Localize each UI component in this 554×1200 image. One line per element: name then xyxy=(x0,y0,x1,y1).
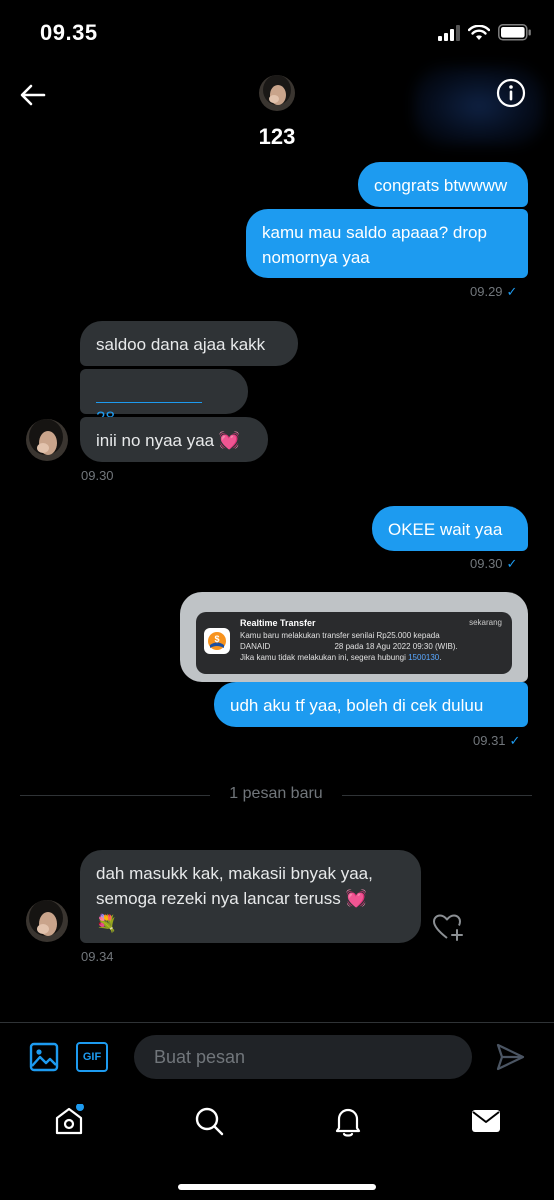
wifi-icon xyxy=(468,24,490,40)
nav-search[interactable] xyxy=(192,1104,226,1138)
message-text: saldoo dana ajaa kakk xyxy=(96,335,266,354)
nav-notifications[interactable] xyxy=(331,1104,365,1138)
message-text: kamu mau saldo apaaa? drop nomornya yaa xyxy=(262,223,487,267)
image-attachment[interactable]: $ Realtime Transfer sekarang Kamu baru m… xyxy=(180,592,528,682)
message-text: dah masukk kak, makasii bnyak yaa, xyxy=(96,864,373,883)
message-bubble-outgoing[interactable]: OKEE wait yaa xyxy=(372,506,528,551)
bottom-navigation xyxy=(0,1092,554,1200)
read-check-icon: ✓ xyxy=(506,556,518,571)
status-bar: 09.35 xyxy=(0,0,554,66)
info-icon xyxy=(496,78,526,108)
bell-icon xyxy=(335,1108,361,1137)
signal-icon xyxy=(438,24,460,41)
notification-line: Kamu baru melakukan transfer senilai Rp2… xyxy=(240,631,440,640)
message-text: congrats btwwww xyxy=(374,176,508,195)
redacted-number xyxy=(272,643,334,650)
message-timestamp: 09.30 xyxy=(81,468,114,483)
message-text: udh aku tf yaa, boleh di cek duluu xyxy=(230,696,484,715)
mail-icon xyxy=(472,1110,500,1132)
heart-emoji: 💓 xyxy=(345,889,367,908)
gif-icon: GIF xyxy=(82,1051,102,1063)
search-icon xyxy=(195,1107,224,1136)
notification-time: sekarang xyxy=(469,618,502,627)
back-arrow-icon xyxy=(20,84,46,106)
message-bubble-incoming[interactable]: inii no nyaa yaa 💓 xyxy=(80,417,268,462)
bouquet-emoji: 💐 xyxy=(96,914,118,933)
message-timestamp: 09.30 ✓ xyxy=(470,556,518,571)
message-timestamp: 09.31 ✓ xyxy=(473,733,521,748)
message-text: inii no nyaa yaa xyxy=(96,431,215,450)
status-time: 09.35 xyxy=(40,20,98,45)
home-icon xyxy=(55,1104,84,1135)
notification-line: Jika kamu tidak melakukan ini, segera hu… xyxy=(240,653,442,662)
nav-home[interactable] xyxy=(52,1104,86,1138)
heart-emoji: 💓 xyxy=(218,431,241,450)
info-button[interactable] xyxy=(496,78,526,108)
battery-icon xyxy=(498,24,531,41)
message-bubble-outgoing[interactable]: congrats btwwww xyxy=(358,162,528,207)
add-gif-button[interactable]: GIF xyxy=(76,1042,108,1072)
contact-avatar[interactable] xyxy=(259,75,295,111)
react-button[interactable] xyxy=(432,913,466,943)
message-bubble-incoming[interactable]: dah masukk kak, makasii bnyak yaa, semog… xyxy=(80,850,421,943)
home-indicator xyxy=(178,1184,376,1190)
svg-text:$: $ xyxy=(214,634,219,644)
message-text: OKEE wait yaa xyxy=(388,520,503,539)
message-bubble-incoming[interactable]: saldoo dana ajaa kakk xyxy=(80,321,298,366)
send-button[interactable] xyxy=(494,1041,526,1073)
conversation-header: 123 xyxy=(0,66,554,156)
back-button[interactable] xyxy=(18,80,48,110)
bank-app-icon: $ xyxy=(204,628,230,654)
notification-title: Realtime Transfer xyxy=(240,618,316,628)
message-bubble-outgoing[interactable]: kamu mau saldo apaaa? drop nomornya yaa xyxy=(246,209,528,278)
status-icons xyxy=(438,24,532,41)
sender-avatar[interactable] xyxy=(26,419,68,461)
message-timestamp: 09.34 xyxy=(81,949,114,964)
image-icon xyxy=(29,1042,59,1072)
read-check-icon: ✓ xyxy=(506,284,518,299)
message-composer: GIF xyxy=(0,1022,554,1092)
message-bubble-outgoing[interactable]: udh aku tf yaa, boleh di cek duluu xyxy=(214,682,528,727)
divider-label: 1 pesan baru xyxy=(229,785,323,802)
send-icon xyxy=(496,1043,525,1071)
sender-avatar[interactable] xyxy=(26,900,68,942)
conversation-title[interactable]: 123 xyxy=(0,124,554,150)
message-input[interactable] xyxy=(134,1035,472,1079)
message-timestamp: 09.29 ✓ xyxy=(470,284,518,299)
read-check-icon: ✓ xyxy=(509,733,521,748)
nav-messages[interactable] xyxy=(469,1104,503,1138)
notification-card: $ Realtime Transfer sekarang Kamu baru m… xyxy=(196,612,512,674)
notification-line: DANAID 28 pada 18 Agu 2022 09:30 (WIB). xyxy=(240,642,458,651)
message-bubble-incoming[interactable]: 28 xyxy=(80,369,248,427)
new-messages-divider: 1 pesan baru xyxy=(20,783,532,807)
heart-plus-icon xyxy=(433,914,463,941)
add-image-button[interactable] xyxy=(28,1041,60,1073)
message-text: semoga rezeki nya lancar teruss xyxy=(96,889,341,908)
